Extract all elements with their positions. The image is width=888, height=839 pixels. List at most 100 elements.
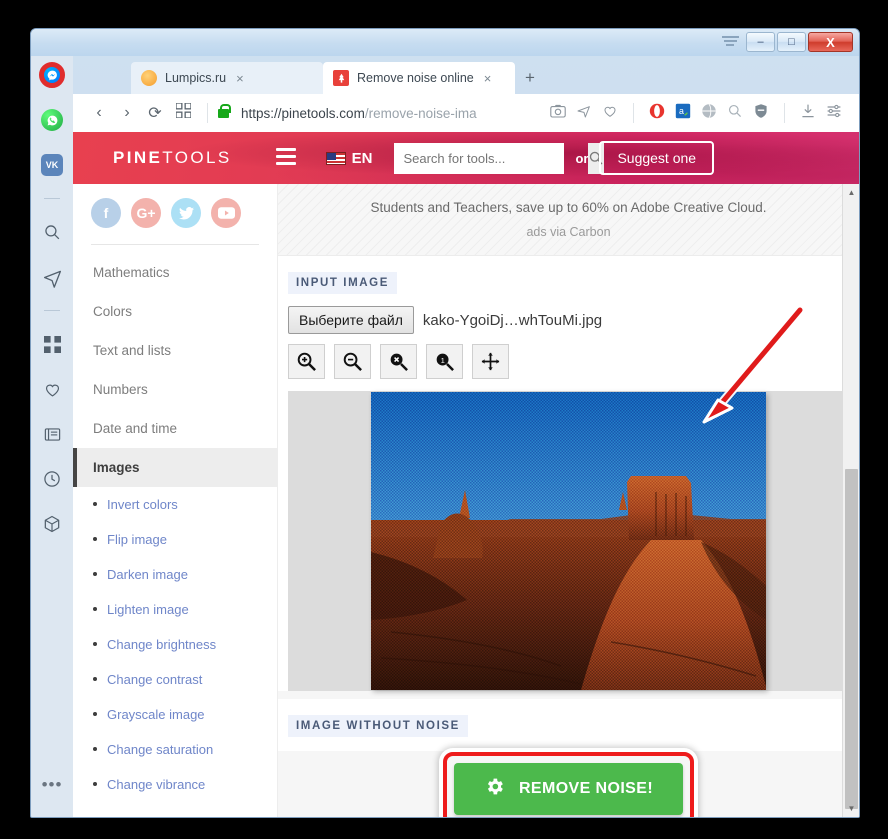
page-viewport: PINETOOLS EN or Suggest one <box>73 132 859 817</box>
zoom-actual-size-button[interactable]: 1 <box>426 344 463 379</box>
sidebar-item-flip-image[interactable]: Flip image <box>73 522 277 557</box>
sidebar-item-date-and-time[interactable]: Date and time <box>73 409 277 448</box>
sidebar-item-text-and-lists[interactable]: Text and lists <box>73 331 277 370</box>
toolbar-divider-2 <box>633 103 634 123</box>
sidebar-item-mathematics[interactable]: Mathematics <box>73 253 277 292</box>
pan-move-button[interactable] <box>472 344 509 379</box>
input-image-preview[interactable] <box>371 392 766 690</box>
svg-text:a: a <box>679 106 684 116</box>
toolbar-divider <box>207 103 208 123</box>
facebook-icon[interactable]: f <box>91 198 121 228</box>
sidebar-divider <box>91 244 259 245</box>
youtube-icon[interactable] <box>211 198 241 228</box>
input-image-card: INPUT IMAGE Выберите файл kako-YgoiDj…wh… <box>278 256 859 691</box>
sidebar-item-invert-colors[interactable]: Invert colors <box>73 487 277 522</box>
sidebar-item-colors[interactable]: Colors <box>73 292 277 331</box>
vk-icon[interactable]: VK <box>37 150 67 180</box>
easy-setup-icon[interactable] <box>821 103 847 123</box>
opera-icon[interactable] <box>644 103 670 123</box>
heart-icon[interactable] <box>37 374 67 404</box>
ad-headline: Students and Teachers, save up to 60% on… <box>370 200 767 215</box>
svg-text:1: 1 <box>441 356 445 365</box>
extensions-cube-icon[interactable] <box>37 509 67 539</box>
output-image-label: IMAGE WITHOUT NOISE <box>288 715 468 737</box>
us-flag-icon[interactable] <box>325 151 346 165</box>
back-button[interactable]: ‹ <box>85 104 113 122</box>
grid-icon[interactable] <box>37 329 67 359</box>
globe-icon[interactable] <box>696 103 722 123</box>
sidebar-item-change-contrast[interactable]: Change contrast <box>73 662 277 697</box>
scrollbar-thumb[interactable] <box>845 469 858 809</box>
search-popup-icon[interactable] <box>722 103 748 123</box>
window-menu-icon[interactable] <box>721 34 739 50</box>
url-text[interactable]: https://pinetools.com/remove-noise-ima <box>241 106 545 121</box>
googleplus-icon[interactable]: G+ <box>131 198 161 228</box>
zoom-reset-button[interactable] <box>380 344 417 379</box>
heart-icon[interactable] <box>597 103 623 123</box>
site-sidebar: f G+ Mathematics Colors Text and lists N… <box>73 184 278 817</box>
main-content: Students and Teachers, save up to 60% on… <box>278 184 859 817</box>
browser-window: – □ X VK ••• Lumpics.ru × Remove noise o… <box>30 28 860 818</box>
tab-remove-noise[interactable]: Remove noise online × <box>323 62 515 94</box>
amazon-assistant-icon[interactable]: a <box>670 103 696 123</box>
close-tab-icon[interactable]: × <box>236 71 244 86</box>
sidebar-item-numbers[interactable]: Numbers <box>73 370 277 409</box>
site-logo[interactable]: PINETOOLS <box>113 148 232 168</box>
site-search <box>394 142 605 174</box>
logo-light: TOOLS <box>162 148 232 167</box>
output-image-card: IMAGE WITHOUT NOISE <box>278 699 859 751</box>
sidebar-item-change-saturation[interactable]: Change saturation <box>73 732 277 767</box>
history-clock-icon[interactable] <box>37 464 67 494</box>
zoom-controls: 1 <box>278 344 859 391</box>
sidebar-item-change-vibrance[interactable]: Change vibrance <box>73 767 277 802</box>
sidebar-item-change-brightness[interactable]: Change brightness <box>73 627 277 662</box>
close-window-button[interactable]: X <box>808 32 853 52</box>
search-input[interactable] <box>394 142 589 174</box>
carbon-ad[interactable]: Students and Teachers, save up to 60% on… <box>278 184 859 256</box>
zoom-out-button[interactable] <box>334 344 371 379</box>
scroll-up-arrow[interactable]: ▲ <box>843 184 859 201</box>
window-titlebar: – □ X <box>31 29 859 56</box>
sidebar-item-images[interactable]: Images <box>73 448 277 487</box>
tab-lumpics[interactable]: Lumpics.ru × <box>131 62 323 94</box>
window-controls: – □ X <box>746 32 853 52</box>
language-label[interactable]: EN <box>352 150 373 167</box>
more-options-icon[interactable]: ••• <box>42 775 63 795</box>
reload-button[interactable]: ⟳ <box>141 103 169 123</box>
adblock-shield-icon[interactable] <box>748 103 774 123</box>
telegram-icon[interactable] <box>37 262 67 292</box>
vk-label: VK <box>41 154 63 176</box>
suggest-one-button[interactable]: Suggest one <box>599 141 715 175</box>
search-icon[interactable] <box>37 217 67 247</box>
snapshot-icon[interactable] <box>545 104 571 122</box>
opera-sidebar: VK ••• <box>31 56 73 817</box>
secure-lock-icon <box>218 103 231 118</box>
url-host: https://pinetools.com <box>241 105 365 121</box>
close-tab-icon[interactable]: × <box>484 71 492 86</box>
scroll-down-arrow[interactable]: ▼ <box>843 800 859 817</box>
whatsapp-icon[interactable] <box>37 105 67 135</box>
send-icon[interactable] <box>571 103 597 123</box>
hamburger-menu-icon[interactable] <box>275 147 296 169</box>
zoom-in-button[interactable] <box>288 344 325 379</box>
rail-divider <box>44 198 60 199</box>
choose-file-button[interactable]: Выберите файл <box>288 306 414 334</box>
page-body: f G+ Mathematics Colors Text and lists N… <box>73 184 859 817</box>
remove-noise-button[interactable]: REMOVE NOISE! <box>453 763 684 815</box>
image-preview-stage[interactable] <box>288 391 849 691</box>
minimize-button[interactable]: – <box>746 32 775 52</box>
sidebar-item-lighten-image[interactable]: Lighten image <box>73 592 277 627</box>
sidebar-item-darken-image[interactable]: Darken image <box>73 557 277 592</box>
downloads-icon[interactable] <box>795 103 821 123</box>
sidebar-item-grayscale-image[interactable]: Grayscale image <box>73 697 277 732</box>
gear-icon <box>484 776 505 802</box>
input-image-label: INPUT IMAGE <box>288 272 397 294</box>
speed-dial-icon[interactable] <box>169 102 197 123</box>
forward-button[interactable]: › <box>113 104 141 122</box>
page-scrollbar[interactable]: ▲ ▼ <box>842 184 859 817</box>
new-tab-button[interactable]: + <box>525 68 535 88</box>
image-noise-overlay <box>371 392 766 690</box>
twitter-icon[interactable] <box>171 198 201 228</box>
maximize-button[interactable]: □ <box>777 32 806 52</box>
news-icon[interactable] <box>37 419 67 449</box>
